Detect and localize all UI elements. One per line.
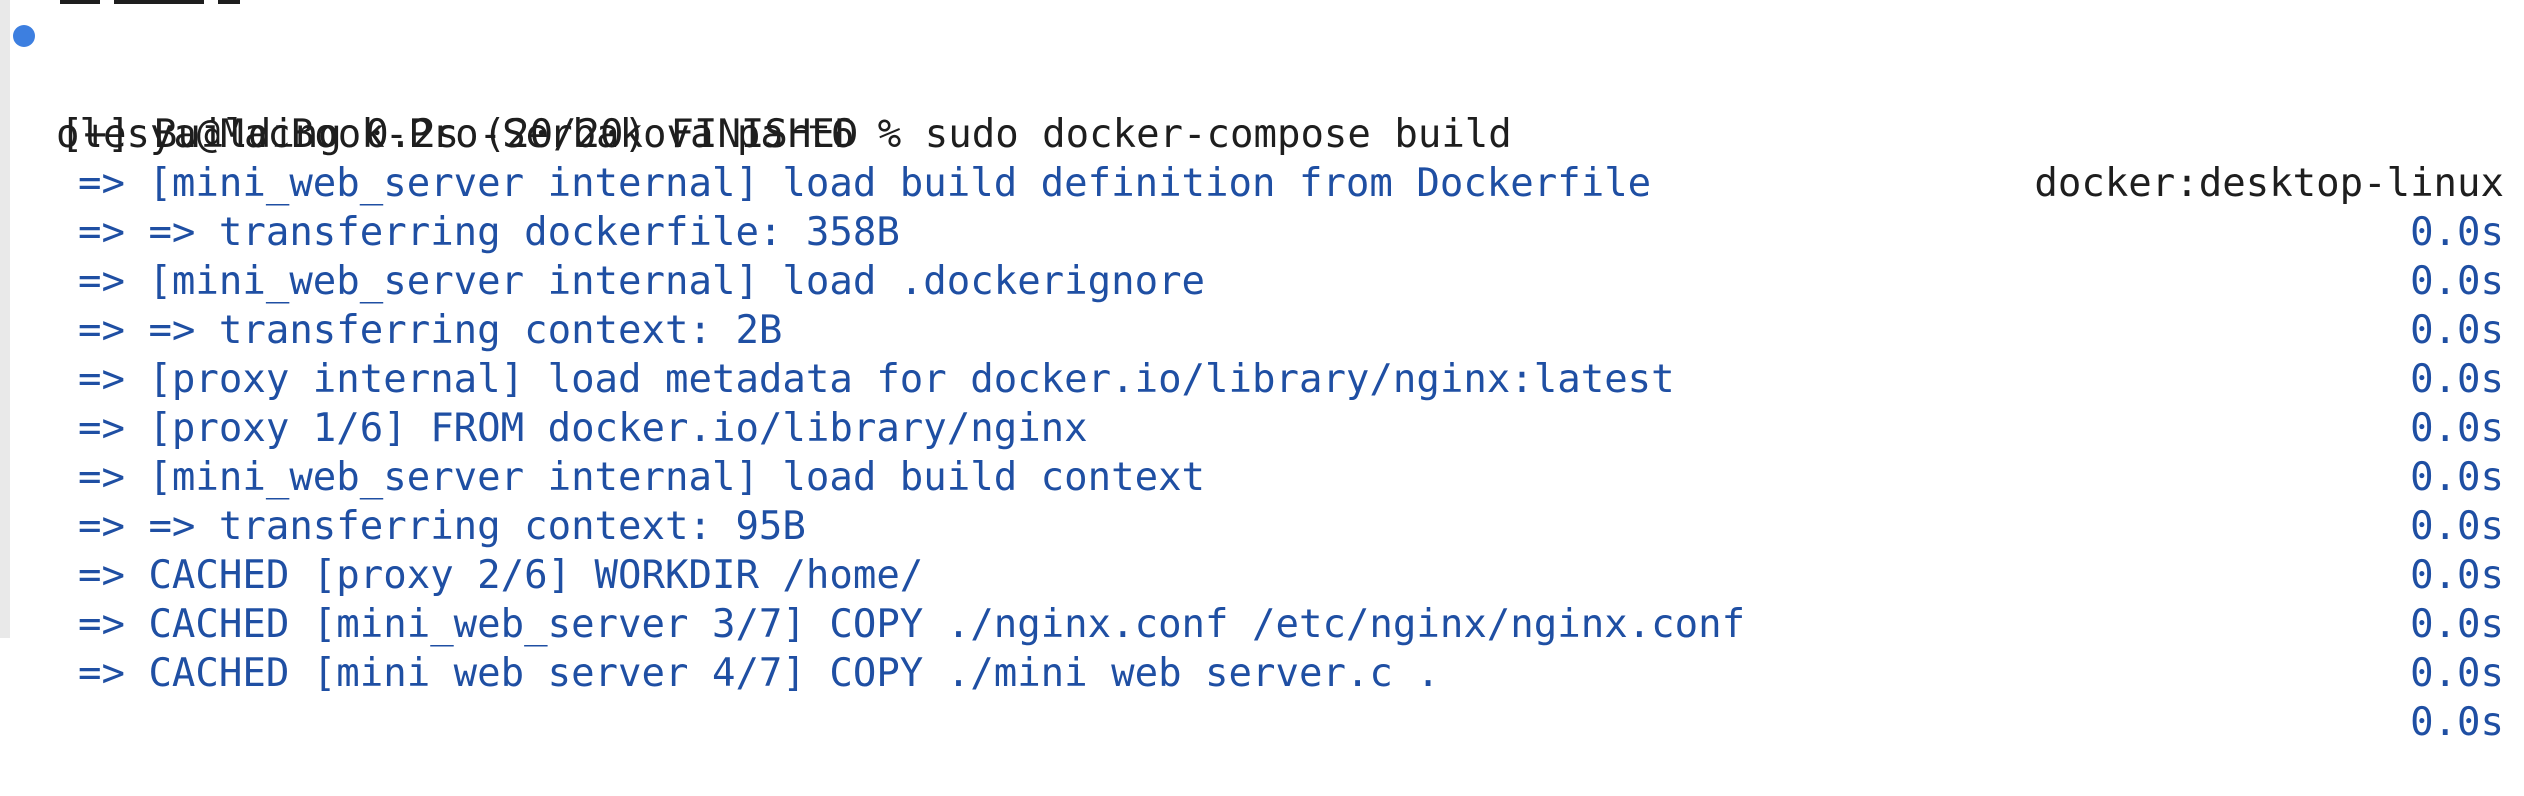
build-step-line: => CACHED [mini_web_server 3/7] COPY ./n… <box>0 551 2524 696</box>
clipped-previous-line <box>60 0 380 8</box>
build-step-line: => CACHED [mini web server 4/7] COPY ./m… <box>0 600 2524 745</box>
build-step-line: => [mini_web_server internal] load build… <box>0 404 2524 549</box>
command-status-dot-icon[interactable] <box>13 25 35 47</box>
terminal-output[interactable]: olesya@MacBook-Pro-Serbakova part6 % sud… <box>0 12 2524 745</box>
build-step-line: => [mini_web_server internal] load build… <box>0 110 2524 255</box>
build-step-line: => [proxy internal] load metadata for do… <box>0 306 2524 451</box>
build-step-text: => CACHED [mini web server 4/7] COPY ./m… <box>78 651 1440 696</box>
build-header-line: [+] Building 0.2s (20/20) FINISHED docke… <box>0 61 2524 206</box>
build-step-line: => [mini_web_server internal] load .dock… <box>0 208 2524 353</box>
build-step-line: => CACHED [proxy 2/6] WORKDIR /home/ 0.0… <box>0 502 2524 647</box>
build-step-line: => [proxy 1/6] FROM docker.io/library/ng… <box>0 355 2524 500</box>
prompt-line: olesya@MacBook-Pro-Serbakova part6 % sud… <box>0 12 2524 157</box>
build-step-line: => => transferring context: 2B 0.0s <box>0 257 2524 402</box>
build-step-line: => => transferring context: 95B 0.0s <box>0 453 2524 598</box>
build-step-line: => => transferring dockerfile: 358B 0.0s <box>0 159 2524 304</box>
build-step-time: 0.0s <box>2410 700 2504 745</box>
build-step-time: 0.0s <box>2410 651 2504 696</box>
